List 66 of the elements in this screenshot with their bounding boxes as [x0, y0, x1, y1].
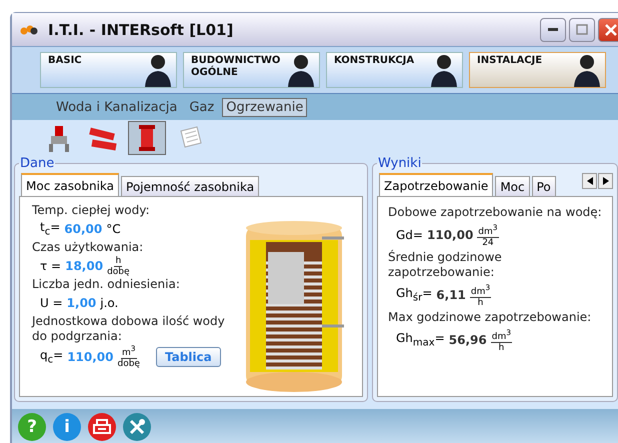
symbol: Gh$_{max}$= [396, 331, 445, 349]
scroll-left-button[interactable] [582, 173, 597, 189]
printer-icon [93, 418, 111, 434]
tools-icon [128, 418, 146, 436]
module-tab[interactable]: BASIC [40, 52, 177, 88]
person-icon [143, 53, 173, 87]
result-label: Dobowe zapotrzebowanie na wodę: [388, 205, 603, 220]
symbol: q$_{c}$= [40, 348, 64, 366]
person-icon [572, 53, 602, 87]
category-tab[interactable]: Woda i Kanalizacja [52, 98, 182, 116]
unit: dm$^{3}$ h [470, 282, 492, 308]
unit: dm$^{3}$ h [490, 328, 512, 352]
symbol: t$_{c}$= [40, 220, 60, 238]
unit: h dobę [107, 256, 130, 276]
category-tab[interactable]: Gaz [185, 98, 218, 116]
table-button[interactable]: Tablica [156, 346, 221, 366]
maximize-icon [576, 24, 588, 35]
unit: m$^{3}$ dobę [118, 344, 140, 369]
close-icon [605, 24, 617, 36]
tank-icon [137, 124, 157, 152]
panel-tab[interactable]: Pojemność zasobnika [121, 176, 260, 196]
symbol: Gd= [396, 228, 423, 242]
symbol: Gh$_{śr}$= [396, 286, 432, 304]
panel-tab[interactable]: Moc zasobnika [21, 173, 120, 196]
module-tab[interactable]: INSTALACJE [469, 52, 606, 88]
panel-tab[interactable]: Zapotrzebowanie [379, 173, 494, 196]
group-title: Wyniki [377, 156, 422, 171]
close-button[interactable] [598, 18, 618, 42]
right-arrow-icon [602, 177, 608, 185]
result-value: 56,96 [448, 333, 487, 347]
left-arrow-icon [586, 177, 592, 185]
symbol: τ = [40, 259, 62, 273]
field-label: Jednostkowa dobowa ilość wody do podgrzania: [32, 314, 226, 344]
unit: °C [106, 222, 121, 236]
result-label: Średnie godzinowe zapotrzebowanie: [388, 250, 503, 280]
field-value: 1,00 [66, 296, 96, 310]
result-label: Max godzinowe zapotrzebowanie: [388, 310, 592, 325]
tank-tool-button[interactable] [128, 121, 166, 155]
symbol: U = [40, 296, 63, 310]
field-label: Liczba jedn. odniesienia: [32, 277, 181, 292]
pipe-icon [88, 125, 118, 151]
unit: j.o. [100, 296, 118, 310]
minimize-icon [548, 28, 558, 32]
panel-tab[interactable]: Po [532, 176, 556, 196]
minimize-button[interactable] [540, 18, 566, 42]
print-button[interactable] [88, 412, 116, 440]
field-value: 110,00 [67, 350, 114, 364]
module-tab[interactable]: BUDOWNICTWO OGÓLNE [183, 52, 320, 88]
scroll-right-button[interactable] [598, 173, 613, 189]
unit: dm$^{3}$ 24 [477, 222, 499, 248]
result-value: 6,11 [436, 288, 466, 302]
window-title: I.T.I. - INTERsoft [L01] [48, 20, 234, 38]
field-label: Temp. ciepłej wody: [32, 203, 151, 218]
panel-tab[interactable]: Moc [495, 176, 530, 196]
result-value: 110,00 [426, 228, 474, 242]
field-label: Czas użytkowania: [32, 240, 144, 255]
group-title: Dane [19, 156, 56, 171]
tools-button[interactable] [123, 412, 151, 440]
valve-icon [47, 124, 71, 152]
field-value: 60,00 [64, 222, 102, 236]
field-value: 18,00 [65, 259, 104, 273]
category-tab[interactable]: Ogrzewanie [222, 98, 308, 116]
person-icon [286, 53, 316, 87]
person-icon [429, 53, 459, 87]
module-tab[interactable]: KONSTRUKCJA [326, 52, 463, 88]
logo-icon [20, 24, 38, 34]
